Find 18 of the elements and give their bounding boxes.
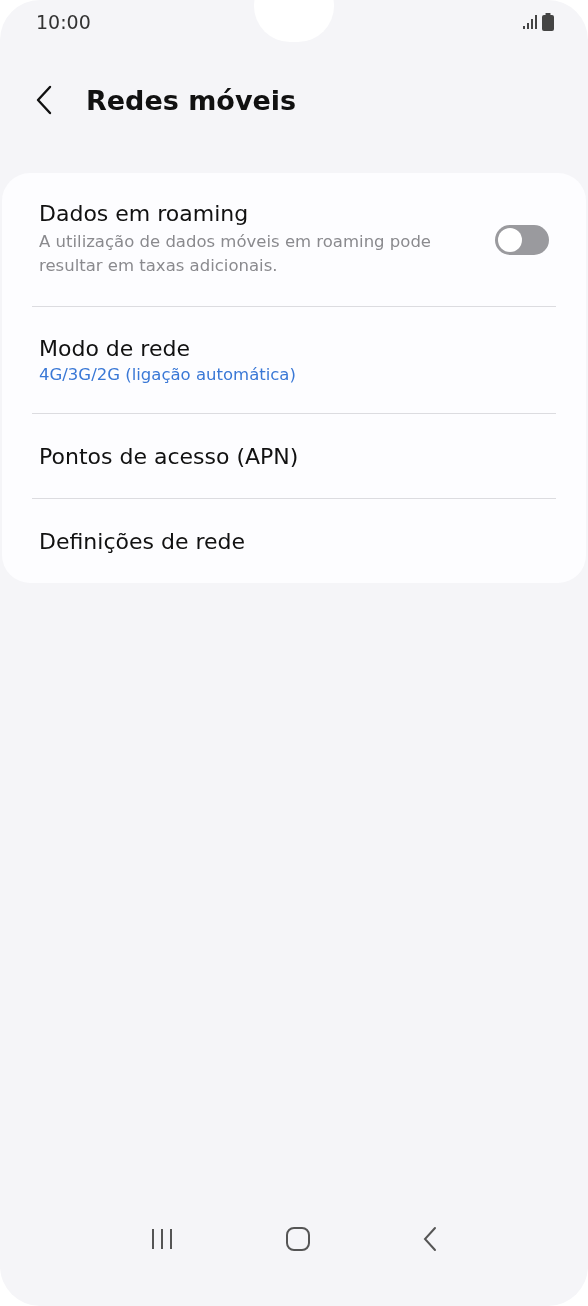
status-time: 10:00 bbox=[36, 11, 91, 33]
battery-icon bbox=[542, 13, 554, 31]
settings-item[interactable]: Definições de rede bbox=[32, 499, 556, 583]
page-title: Redes móveis bbox=[86, 84, 297, 116]
recent-apps-icon[interactable] bbox=[150, 1227, 175, 1251]
signal-icon bbox=[523, 15, 537, 29]
setting-value: 4G/3G/2G (ligação automática) bbox=[39, 365, 296, 384]
roaming-switch[interactable] bbox=[495, 224, 549, 255]
settings-item[interactable]: Pontos de acesso (APN) bbox=[32, 414, 556, 498]
setting-description: A utilização de dados móveis em roaming pode resultar em taxas adicionais. bbox=[39, 231, 432, 277]
setting-title: Definições de rede bbox=[39, 528, 246, 554]
settings-item[interactable]: Dados em roaming A utilização de dados móveis em roaming pode resultar em taxas adicionais. bbox=[32, 173, 556, 306]
back-icon[interactable] bbox=[421, 1226, 438, 1252]
home-icon[interactable] bbox=[285, 1226, 311, 1252]
setting-title: Pontos de acesso (APN) bbox=[39, 443, 299, 469]
settings-item[interactable]: Modo de rede 4G/3G/2G (ligação automática) bbox=[32, 307, 556, 413]
setting-title: Modo de rede bbox=[39, 336, 191, 361]
setting-title: Dados em roaming bbox=[39, 201, 250, 227]
